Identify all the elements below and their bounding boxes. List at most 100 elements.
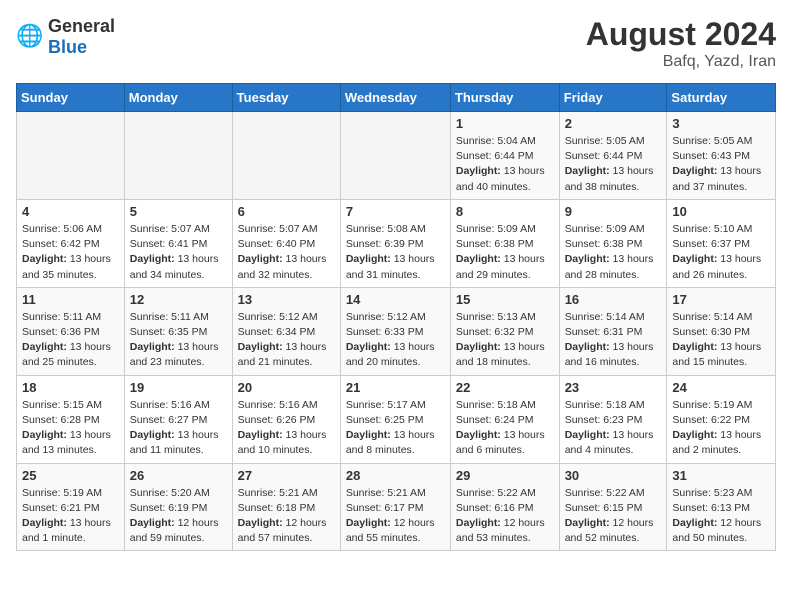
calendar-day-cell: 16 Sunrise: 5:14 AMSunset: 6:31 PMDayligh…	[559, 287, 667, 375]
day-number: 21	[346, 380, 445, 395]
calendar-day-cell: 29 Sunrise: 5:22 AMSunset: 6:16 PMDayligh…	[450, 463, 559, 551]
calendar-week-row: 18 Sunrise: 5:15 AMSunset: 6:28 PMDayligh…	[17, 375, 776, 463]
day-number: 10	[672, 204, 770, 219]
page-subtitle: Bafq, Yazd, Iran	[586, 53, 776, 71]
calendar-day-cell: 6 Sunrise: 5:07 AMSunset: 6:40 PMDaylight…	[232, 199, 340, 287]
calendar-day-cell: 21 Sunrise: 5:17 AMSunset: 6:25 PMDayligh…	[340, 375, 450, 463]
calendar-day-cell: 31 Sunrise: 5:23 AMSunset: 6:13 PMDayligh…	[667, 463, 776, 551]
calendar-day-cell: 22 Sunrise: 5:18 AMSunset: 6:24 PMDayligh…	[450, 375, 559, 463]
day-info: Sunrise: 5:05 AMSunset: 6:44 PMDaylight:…	[565, 134, 662, 195]
day-number: 26	[130, 468, 227, 483]
calendar-day-cell	[17, 112, 125, 200]
day-info: Sunrise: 5:19 AMSunset: 6:21 PMDaylight:…	[22, 486, 119, 547]
day-info: Sunrise: 5:07 AMSunset: 6:41 PMDaylight:…	[130, 222, 227, 283]
title-block: August 2024 Bafq, Yazd, Iran	[586, 16, 776, 71]
day-number: 19	[130, 380, 227, 395]
day-info: Sunrise: 5:12 AMSunset: 6:33 PMDaylight:…	[346, 310, 445, 371]
day-number: 2	[565, 116, 662, 131]
day-number: 23	[565, 380, 662, 395]
day-number: 11	[22, 292, 119, 307]
day-number: 16	[565, 292, 662, 307]
day-info: Sunrise: 5:22 AMSunset: 6:15 PMDaylight:…	[565, 486, 662, 547]
calendar-day-cell: 4 Sunrise: 5:06 AMSunset: 6:42 PMDaylight…	[17, 199, 125, 287]
day-of-week-header: Monday	[124, 84, 232, 112]
svg-text:🌐: 🌐	[16, 23, 43, 48]
calendar-day-cell: 1Sunrise: 5:04 AMSunset: 6:44 PMDaylight…	[450, 112, 559, 200]
day-info: Sunrise: 5:04 AMSunset: 6:44 PMDaylight:…	[456, 134, 554, 195]
day-of-week-header: Saturday	[667, 84, 776, 112]
day-info: Sunrise: 5:12 AMSunset: 6:34 PMDaylight:…	[238, 310, 335, 371]
day-number: 12	[130, 292, 227, 307]
day-number: 22	[456, 380, 554, 395]
day-number: 27	[238, 468, 335, 483]
calendar-day-cell: 13 Sunrise: 5:12 AMSunset: 6:34 PMDayligh…	[232, 287, 340, 375]
calendar-table: SundayMondayTuesdayWednesdayThursdayFrid…	[16, 83, 776, 551]
calendar-day-cell	[340, 112, 450, 200]
logo-icon: 🌐	[16, 23, 44, 51]
day-info: Sunrise: 5:22 AMSunset: 6:16 PMDaylight:…	[456, 486, 554, 547]
day-number: 18	[22, 380, 119, 395]
day-info: Sunrise: 5:14 AMSunset: 6:30 PMDaylight:…	[672, 310, 770, 371]
day-number: 6	[238, 204, 335, 219]
day-number: 13	[238, 292, 335, 307]
calendar-day-cell: 8 Sunrise: 5:09 AMSunset: 6:38 PMDaylight…	[450, 199, 559, 287]
calendar-day-cell: 2 Sunrise: 5:05 AMSunset: 6:44 PMDaylight…	[559, 112, 667, 200]
day-of-week-header: Friday	[559, 84, 667, 112]
day-info: Sunrise: 5:18 AMSunset: 6:24 PMDaylight:…	[456, 398, 554, 459]
day-info: Sunrise: 5:17 AMSunset: 6:25 PMDaylight:…	[346, 398, 445, 459]
calendar-day-cell	[232, 112, 340, 200]
day-number: 20	[238, 380, 335, 395]
day-info: Sunrise: 5:20 AMSunset: 6:19 PMDaylight:…	[130, 486, 227, 547]
calendar-day-cell: 14 Sunrise: 5:12 AMSunset: 6:33 PMDayligh…	[340, 287, 450, 375]
day-number: 15	[456, 292, 554, 307]
day-info: Sunrise: 5:08 AMSunset: 6:39 PMDaylight:…	[346, 222, 445, 283]
day-info: Sunrise: 5:23 AMSunset: 6:13 PMDaylight:…	[672, 486, 770, 547]
day-info: Sunrise: 5:09 AMSunset: 6:38 PMDaylight:…	[565, 222, 662, 283]
calendar-day-cell: 7 Sunrise: 5:08 AMSunset: 6:39 PMDaylight…	[340, 199, 450, 287]
calendar-day-cell: 28Sunrise: 5:21 AMSunset: 6:17 PMDayligh…	[340, 463, 450, 551]
day-info: Sunrise: 5:14 AMSunset: 6:31 PMDaylight:…	[565, 310, 662, 371]
calendar-day-cell: 11Sunrise: 5:11 AMSunset: 6:36 PMDayligh…	[17, 287, 125, 375]
day-number: 25	[22, 468, 119, 483]
day-number: 14	[346, 292, 445, 307]
calendar-day-cell: 12Sunrise: 5:11 AMSunset: 6:35 PMDayligh…	[124, 287, 232, 375]
day-info: Sunrise: 5:16 AMSunset: 6:27 PMDaylight:…	[130, 398, 227, 459]
calendar-day-cell: 25 Sunrise: 5:19 AMSunset: 6:21 PMDayligh…	[17, 463, 125, 551]
day-number: 9	[565, 204, 662, 219]
logo-text-blue: Blue	[48, 37, 87, 57]
calendar-day-cell: 30Sunrise: 5:22 AMSunset: 6:15 PMDayligh…	[559, 463, 667, 551]
calendar-day-cell: 24Sunrise: 5:19 AMSunset: 6:22 PMDayligh…	[667, 375, 776, 463]
day-info: Sunrise: 5:10 AMSunset: 6:37 PMDaylight:…	[672, 222, 770, 283]
day-info: Sunrise: 5:09 AMSunset: 6:38 PMDaylight:…	[456, 222, 554, 283]
day-number: 17	[672, 292, 770, 307]
day-info: Sunrise: 5:06 AMSunset: 6:42 PMDaylight:…	[22, 222, 119, 283]
day-number: 7	[346, 204, 445, 219]
day-info: Sunrise: 5:13 AMSunset: 6:32 PMDaylight:…	[456, 310, 554, 371]
day-number: 8	[456, 204, 554, 219]
calendar-week-row: 4 Sunrise: 5:06 AMSunset: 6:42 PMDaylight…	[17, 199, 776, 287]
calendar-day-cell: 27 Sunrise: 5:21 AMSunset: 6:18 PMDayligh…	[232, 463, 340, 551]
calendar-day-cell	[124, 112, 232, 200]
day-number: 31	[672, 468, 770, 483]
day-of-week-header: Wednesday	[340, 84, 450, 112]
calendar-day-cell: 23 Sunrise: 5:18 AMSunset: 6:23 PMDayligh…	[559, 375, 667, 463]
page-title: August 2024	[586, 16, 776, 53]
day-info: Sunrise: 5:18 AMSunset: 6:23 PMDaylight:…	[565, 398, 662, 459]
day-of-week-header: Tuesday	[232, 84, 340, 112]
day-number: 3	[672, 116, 770, 131]
calendar-week-row: 1Sunrise: 5:04 AMSunset: 6:44 PMDaylight…	[17, 112, 776, 200]
calendar-day-cell: 5 Sunrise: 5:07 AMSunset: 6:41 PMDaylight…	[124, 199, 232, 287]
calendar-day-cell: 18 Sunrise: 5:15 AMSunset: 6:28 PMDayligh…	[17, 375, 125, 463]
day-info: Sunrise: 5:15 AMSunset: 6:28 PMDaylight:…	[22, 398, 119, 459]
day-number: 5	[130, 204, 227, 219]
calendar-day-cell: 20Sunrise: 5:16 AMSunset: 6:26 PMDayligh…	[232, 375, 340, 463]
day-info: Sunrise: 5:21 AMSunset: 6:18 PMDaylight:…	[238, 486, 335, 547]
calendar-day-cell: 17 Sunrise: 5:14 AMSunset: 6:30 PMDayligh…	[667, 287, 776, 375]
day-info: Sunrise: 5:05 AMSunset: 6:43 PMDaylight:…	[672, 134, 770, 195]
day-number: 24	[672, 380, 770, 395]
day-info: Sunrise: 5:07 AMSunset: 6:40 PMDaylight:…	[238, 222, 335, 283]
calendar-day-cell: 3 Sunrise: 5:05 AMSunset: 6:43 PMDaylight…	[667, 112, 776, 200]
logo-text-general: General	[48, 16, 115, 36]
day-number: 29	[456, 468, 554, 483]
day-number: 4	[22, 204, 119, 219]
